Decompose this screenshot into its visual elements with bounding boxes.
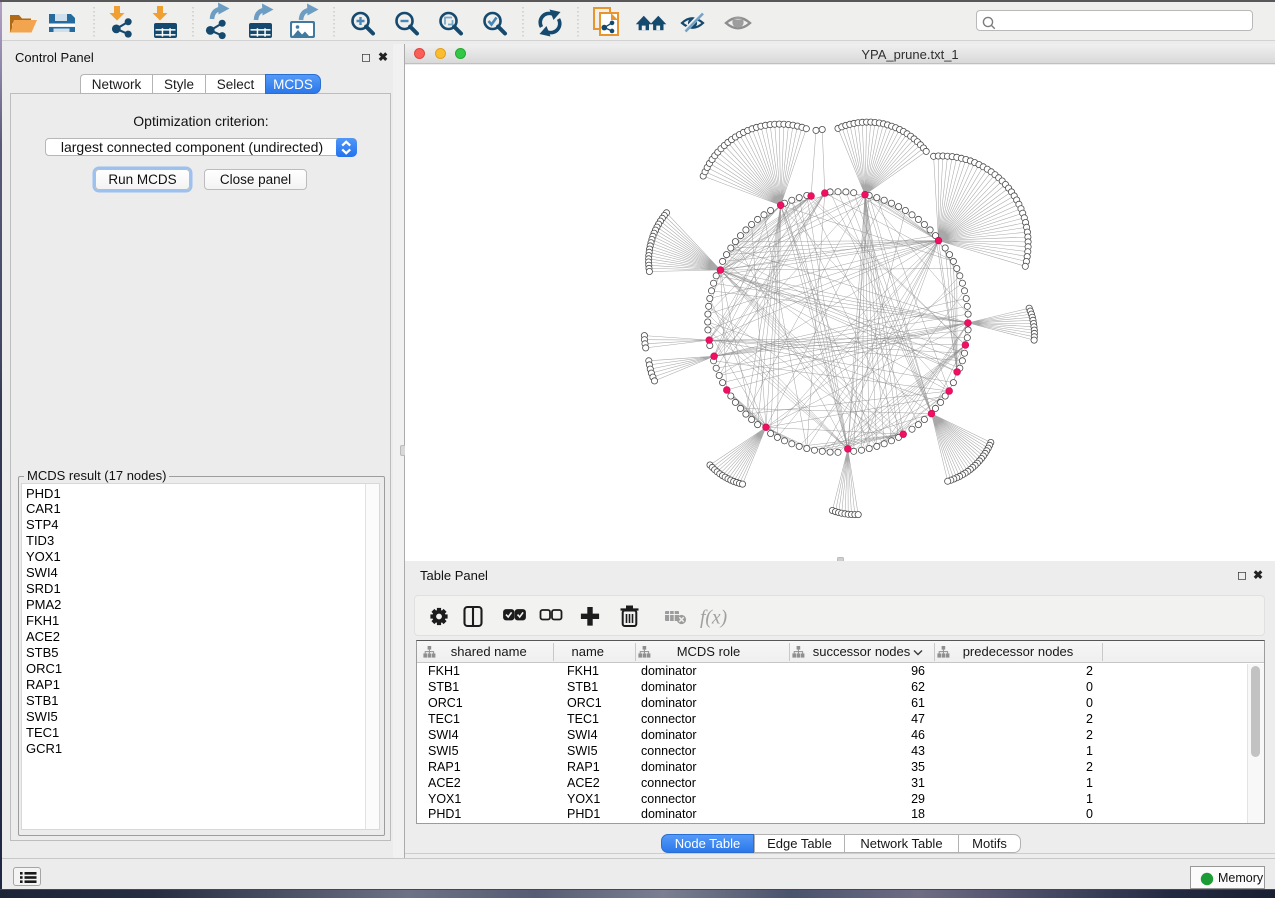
svg-text:f(x): f(x) [700, 608, 727, 629]
